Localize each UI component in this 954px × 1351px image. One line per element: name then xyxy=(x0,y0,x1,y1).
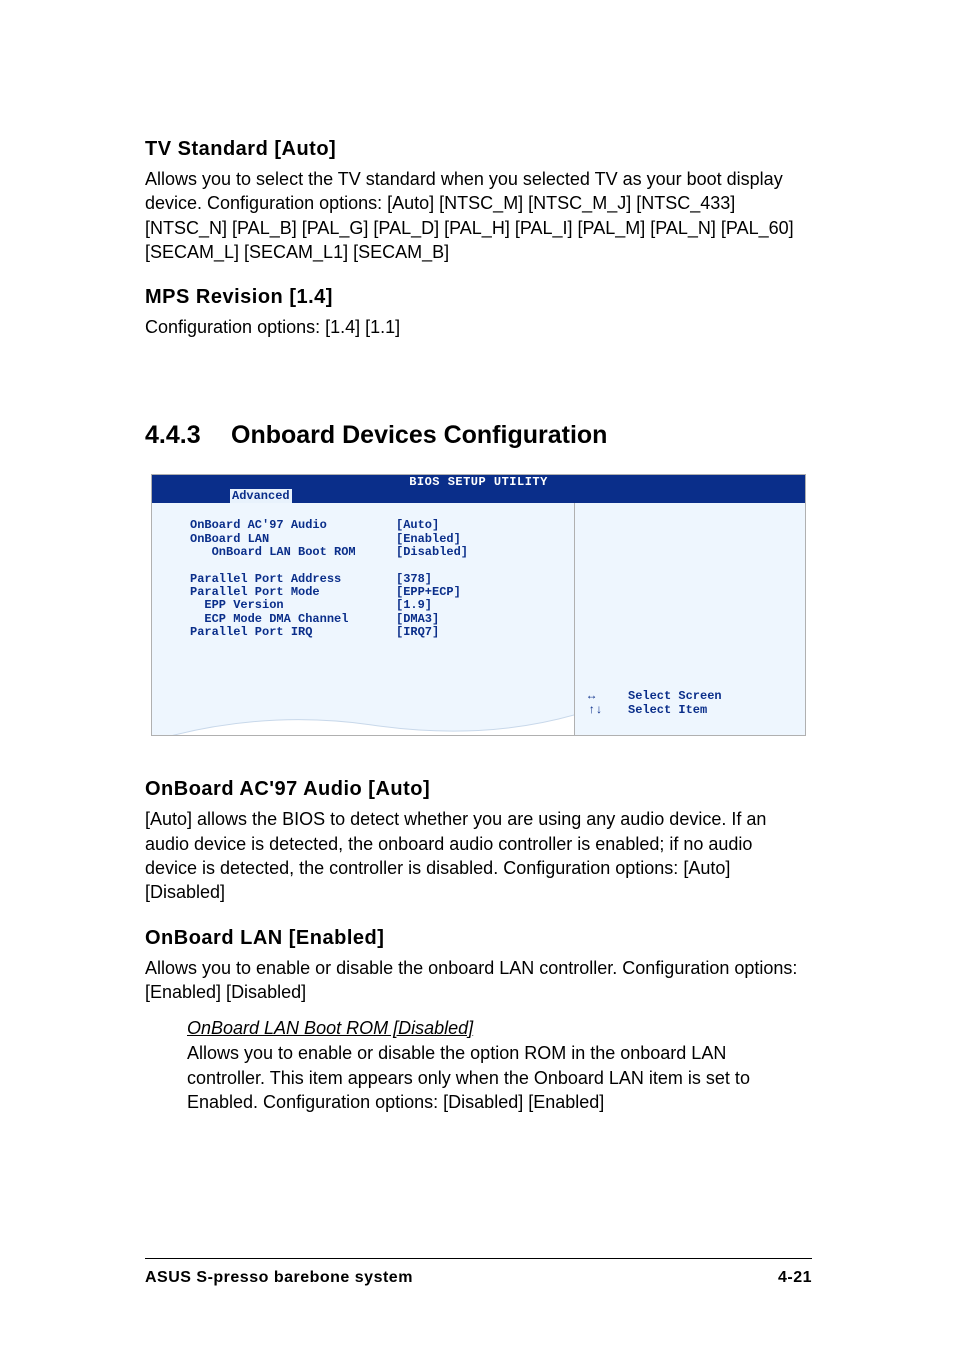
lan-bootrom-body: Allows you to enable or disable the opti… xyxy=(187,1041,809,1114)
bios-left-panel: OnBoard AC'97 Audio [Auto] OnBoard LAN [… xyxy=(152,503,574,735)
bios-screenshot: BIOS SETUP UTILITY Advanced OnBoard AC'9… xyxy=(151,474,806,736)
tv-standard-heading: TV Standard [Auto] xyxy=(145,138,809,161)
bios-body: OnBoard AC'97 Audio [Auto] OnBoard LAN [… xyxy=(152,503,805,735)
arrow-up-down-icon: ↑↓ xyxy=(588,704,628,718)
bios-row-label: OnBoard LAN Boot ROM xyxy=(190,546,396,559)
mps-revision-heading: MPS Revision [1.4] xyxy=(145,286,809,309)
bios-help-text: Select Screen xyxy=(628,690,722,704)
bios-row-label: OnBoard LAN xyxy=(190,533,396,546)
lan-bootrom-title: OnBoard LAN Boot ROM [Disabled] xyxy=(187,1018,809,1039)
lan-section: OnBoard LAN [Enabled] Allows you to enab… xyxy=(145,927,809,1114)
bios-help-text: Select Item xyxy=(628,704,707,718)
footer-row: ASUS S-presso barebone system 4-21 xyxy=(145,1269,812,1287)
ac97-body: [Auto] allows the BIOS to detect whether… xyxy=(145,807,809,904)
section-number: 4.4.3 xyxy=(145,421,231,450)
bios-curve-decoration xyxy=(152,707,574,735)
bios-row: Parallel Port IRQ [IRQ7] xyxy=(190,626,574,639)
bios-row: ECP Mode DMA Channel [DMA3] xyxy=(190,613,574,626)
bios-row-label: ECP Mode DMA Channel xyxy=(190,613,396,626)
bios-title: BIOS SETUP UTILITY xyxy=(409,475,548,489)
bios-row-value: [Enabled] xyxy=(396,533,461,546)
lan-body: Allows you to enable or disable the onbo… xyxy=(145,956,809,1005)
bios-row-label: OnBoard AC'97 Audio xyxy=(190,519,396,532)
bios-row: EPP Version [1.9] xyxy=(190,599,574,612)
bios-row-value: [Auto] xyxy=(396,519,439,532)
section-4-4-3-heading: 4.4.3Onboard Devices Configuration xyxy=(145,421,809,450)
mps-revision-section: MPS Revision [1.4] Configuration options… xyxy=(145,286,809,339)
bios-row-label: EPP Version xyxy=(190,599,396,612)
tv-standard-section: TV Standard [Auto] Allows you to select … xyxy=(145,138,809,264)
ac97-heading: OnBoard AC'97 Audio [Auto] xyxy=(145,778,809,801)
footer-left: ASUS S-presso barebone system xyxy=(145,1269,413,1287)
bios-row-label: Parallel Port IRQ xyxy=(190,626,396,639)
bios-divider xyxy=(574,503,575,735)
bios-row-value: [1.9] xyxy=(396,599,432,612)
section-title: Onboard Devices Configuration xyxy=(231,421,607,449)
lan-heading: OnBoard LAN [Enabled] xyxy=(145,927,809,950)
footer-page-number: 4-21 xyxy=(778,1269,812,1287)
bios-row: OnBoard AC'97 Audio [Auto] xyxy=(190,519,574,532)
bios-right-panel: ↔ Select Screen ↑↓ Select Item xyxy=(588,690,722,718)
tv-standard-body: Allows you to select the TV standard whe… xyxy=(145,167,809,264)
lan-bootrom-subsection: OnBoard LAN Boot ROM [Disabled] Allows y… xyxy=(187,1018,809,1114)
arrow-left-right-icon: ↔ xyxy=(588,690,628,704)
ac97-section: OnBoard AC'97 Audio [Auto] [Auto] allows… xyxy=(145,778,809,904)
mps-revision-body: Configuration options: [1.4] [1.1] xyxy=(145,315,809,339)
bios-group-1: OnBoard AC'97 Audio [Auto] OnBoard LAN [… xyxy=(190,519,574,559)
bios-row-value: [Disabled] xyxy=(396,546,468,559)
bios-help-row: ↑↓ Select Item xyxy=(588,704,722,718)
bios-row: OnBoard LAN [Enabled] xyxy=(190,533,574,546)
bios-group-2: Parallel Port Address [378] Parallel Por… xyxy=(190,573,574,639)
footer-divider xyxy=(145,1258,812,1259)
bios-row-value: [IRQ7] xyxy=(396,626,439,639)
bios-help-row: ↔ Select Screen xyxy=(588,690,722,704)
bios-header: BIOS SETUP UTILITY Advanced xyxy=(152,475,805,503)
bios-row: OnBoard LAN Boot ROM [Disabled] xyxy=(190,546,574,559)
bios-tab-advanced: Advanced xyxy=(230,489,292,503)
page-footer: ASUS S-presso barebone system 4-21 xyxy=(145,1258,812,1287)
bios-row-value: [DMA3] xyxy=(396,613,439,626)
